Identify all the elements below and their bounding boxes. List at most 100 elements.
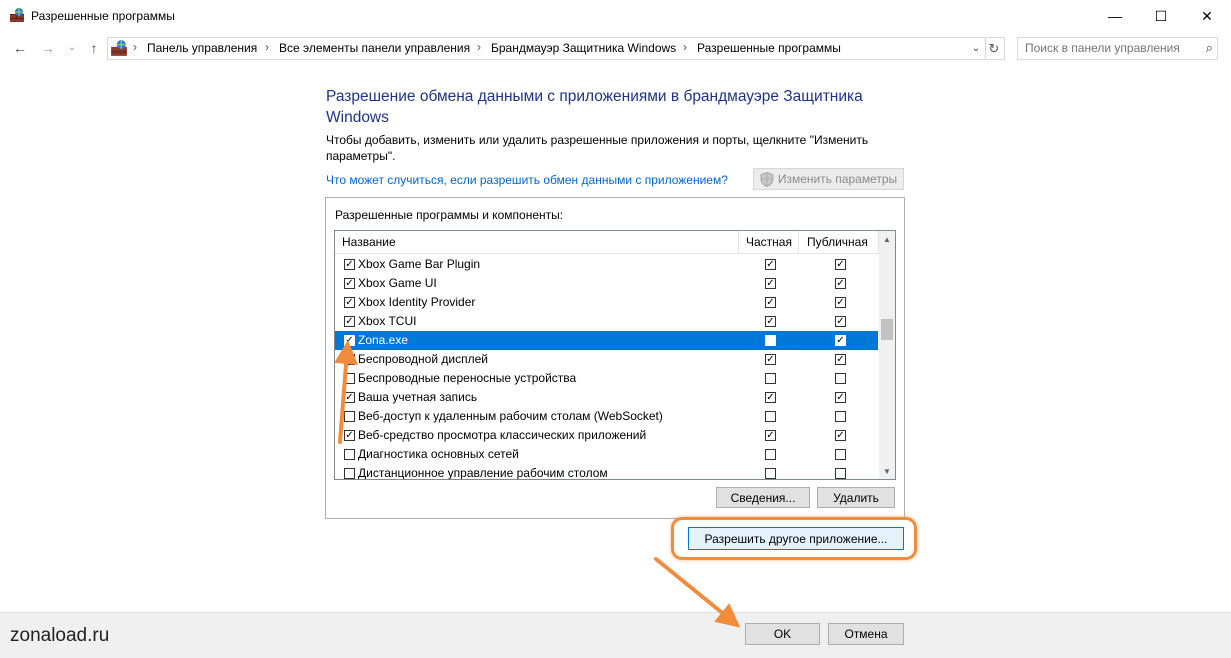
cancel-button[interactable]: Отмена [828,623,904,645]
list-item[interactable]: ✓ Беспроводной дисплей ✓ ✓ [335,350,878,369]
delete-button[interactable]: Удалить [817,487,895,508]
private-checkbox[interactable]: ✓ [765,316,776,327]
search-input[interactable] [1018,38,1195,57]
enabled-checkbox[interactable] [344,373,355,384]
title-bar: Разрешенные программы — ☐ ✕ [0,0,1231,32]
forward-arrow-icon[interactable]: → [39,38,57,58]
enabled-checkbox[interactable]: ✓ [344,297,355,308]
column-divider[interactable] [798,231,799,253]
column-header-public[interactable]: Публичная [807,235,868,249]
list-item[interactable]: ✓ Ваша учетная запись ✓ ✓ [335,388,878,407]
list-item[interactable]: ✓ Xbox Identity Provider ✓ ✓ [335,293,878,312]
window-title: Разрешенные программы [31,9,175,23]
highlight-frame [671,517,917,560]
maximize-button[interactable]: ☐ [1138,0,1184,32]
public-checkbox[interactable]: ✓ [835,392,846,403]
scroll-up-icon[interactable]: ▲ [879,231,895,247]
group-label: Разрешенные программы и компоненты: [335,208,564,222]
public-checkbox[interactable] [835,449,846,460]
private-checkbox[interactable]: ✓ [765,430,776,441]
change-settings-button[interactable]: Изменить параметры [753,168,904,190]
arrow-to-ok-button [654,557,741,628]
enabled-checkbox[interactable] [344,449,355,460]
enabled-checkbox[interactable] [344,411,355,422]
private-checkbox[interactable] [765,411,776,422]
public-checkbox[interactable]: ✓ [835,430,846,441]
public-checkbox[interactable] [835,411,846,422]
list-item[interactable]: ✓ Xbox TCUI ✓ ✓ [335,312,878,331]
list-item[interactable]: ✓ Веб-средство просмотра классических при… [335,426,878,445]
enabled-checkbox[interactable]: ✓ [344,335,355,346]
search-box[interactable]: ⌕ [1017,37,1218,60]
recent-locations-icon[interactable]: ⌄ [63,37,81,57]
enabled-checkbox[interactable] [344,468,355,479]
close-button[interactable]: ✕ [1184,0,1230,32]
back-arrow-icon[interactable]: ← [11,38,29,58]
app-name: Веб-доступ к удаленным рабочим столам (W… [358,409,663,423]
breadcrumb-all-items[interactable]: Все элементы панели управления [279,41,470,55]
breadcrumb-allowed-apps[interactable]: Разрешенные программы [697,41,841,55]
list-item[interactable]: Веб-доступ к удаленным рабочим столам (W… [335,407,878,426]
search-icon: ⌕ [1205,40,1213,55]
breadcrumb-separator: › [133,40,137,54]
list-scrollbar[interactable]: ▲ ▼ [879,231,895,479]
enabled-checkbox[interactable]: ✓ [344,354,355,365]
enabled-checkbox[interactable]: ✓ [344,259,355,270]
list-item[interactable]: ✓ Zona.exe ✓ [335,331,878,350]
details-button[interactable]: Сведения... [716,487,810,508]
enabled-checkbox[interactable]: ✓ [344,278,355,289]
risk-info-link[interactable]: Что может случиться, если разрешить обме… [326,173,728,187]
private-checkbox[interactable] [765,373,776,384]
allowed-apps-list[interactable]: Название Частная Публичная ✓ Xbox Game Ba… [334,230,896,480]
list-item[interactable]: Беспроводные переносные устройства [335,369,878,388]
enabled-checkbox[interactable]: ✓ [344,316,355,327]
address-dropdown-icon[interactable]: ⌄ [967,38,985,59]
list-item[interactable]: Дистанционное управление рабочим столом [335,464,878,480]
public-checkbox[interactable] [835,373,846,384]
address-bar[interactable]: › Панель управления › Все элементы панел… [107,37,986,60]
private-checkbox[interactable]: ✓ [765,392,776,403]
list-item[interactable]: ✓ Xbox Game Bar Plugin ✓ ✓ [335,255,878,274]
breadcrumb-firewall[interactable]: Брандмауэр Защитника Windows [491,41,676,55]
breadcrumb-separator: › [265,40,269,54]
app-name: Диагностика основных сетей [358,447,519,461]
private-checkbox[interactable]: ✓ [765,278,776,289]
scrollbar-thumb[interactable] [881,319,893,340]
app-name: Дистанционное управление рабочим столом [358,466,608,480]
firewall-icon [111,40,127,56]
private-checkbox[interactable]: ✓ [765,259,776,270]
private-checkbox[interactable]: ✓ [765,354,776,365]
app-name: Xbox Game UI [358,276,437,290]
watermark: zonaload.ru [10,625,110,646]
dialog-footer [0,612,1231,658]
app-name: Беспроводной дисплей [358,352,488,366]
private-checkbox[interactable] [765,335,776,346]
scroll-down-icon[interactable]: ▼ [879,463,895,479]
list-item[interactable]: ✓ Xbox Game UI ✓ ✓ [335,274,878,293]
breadcrumb-separator: › [683,40,687,54]
enabled-checkbox[interactable]: ✓ [344,430,355,441]
public-checkbox[interactable]: ✓ [835,354,846,365]
private-checkbox[interactable] [765,449,776,460]
breadcrumb-control-panel[interactable]: Панель управления [147,41,257,55]
public-checkbox[interactable]: ✓ [835,297,846,308]
column-header-name[interactable]: Название [342,235,396,249]
list-item[interactable]: Диагностика основных сетей [335,445,878,464]
up-arrow-icon[interactable]: ↑ [85,38,103,58]
ok-button[interactable]: OK [745,623,820,645]
public-checkbox[interactable]: ✓ [835,259,846,270]
public-checkbox[interactable]: ✓ [835,278,846,289]
private-checkbox[interactable]: ✓ [765,297,776,308]
enabled-checkbox[interactable]: ✓ [344,392,355,403]
public-checkbox[interactable]: ✓ [835,316,846,327]
breadcrumb-separator: › [477,40,481,54]
public-checkbox[interactable] [835,468,846,479]
column-header-private[interactable]: Частная [746,235,792,249]
app-name: Xbox Identity Provider [358,295,476,309]
app-name: Веб-средство просмотра классических прил… [358,428,647,442]
refresh-icon[interactable]: ↻ [984,37,1005,60]
minimize-button[interactable]: — [1092,0,1138,32]
public-checkbox[interactable]: ✓ [835,335,846,346]
column-divider[interactable] [738,231,739,253]
private-checkbox[interactable] [765,468,776,479]
